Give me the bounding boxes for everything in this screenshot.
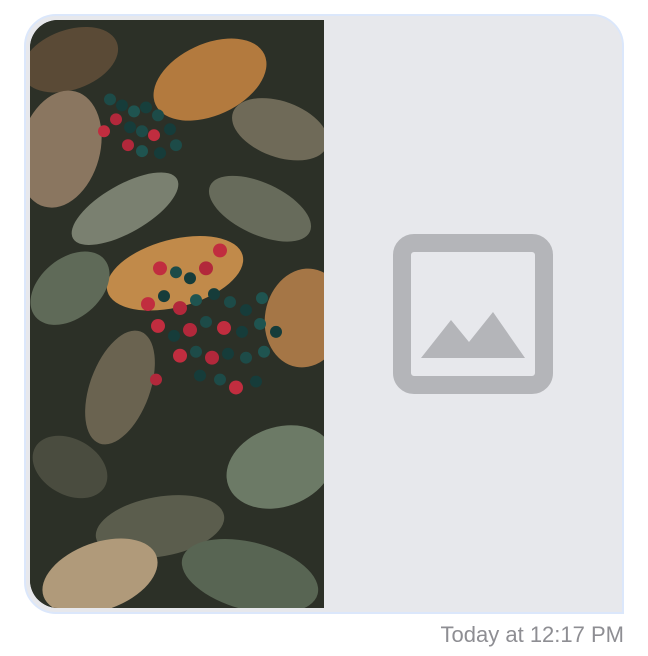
- berries-foliage-photo: [30, 20, 324, 608]
- photo-attachment[interactable]: [30, 20, 324, 608]
- image-placeholder-icon: [393, 234, 553, 394]
- message-timestamp: Today at 12:17 PM: [440, 622, 624, 647]
- image-placeholder[interactable]: [324, 20, 622, 608]
- image-message-bubble[interactable]: [24, 14, 624, 614]
